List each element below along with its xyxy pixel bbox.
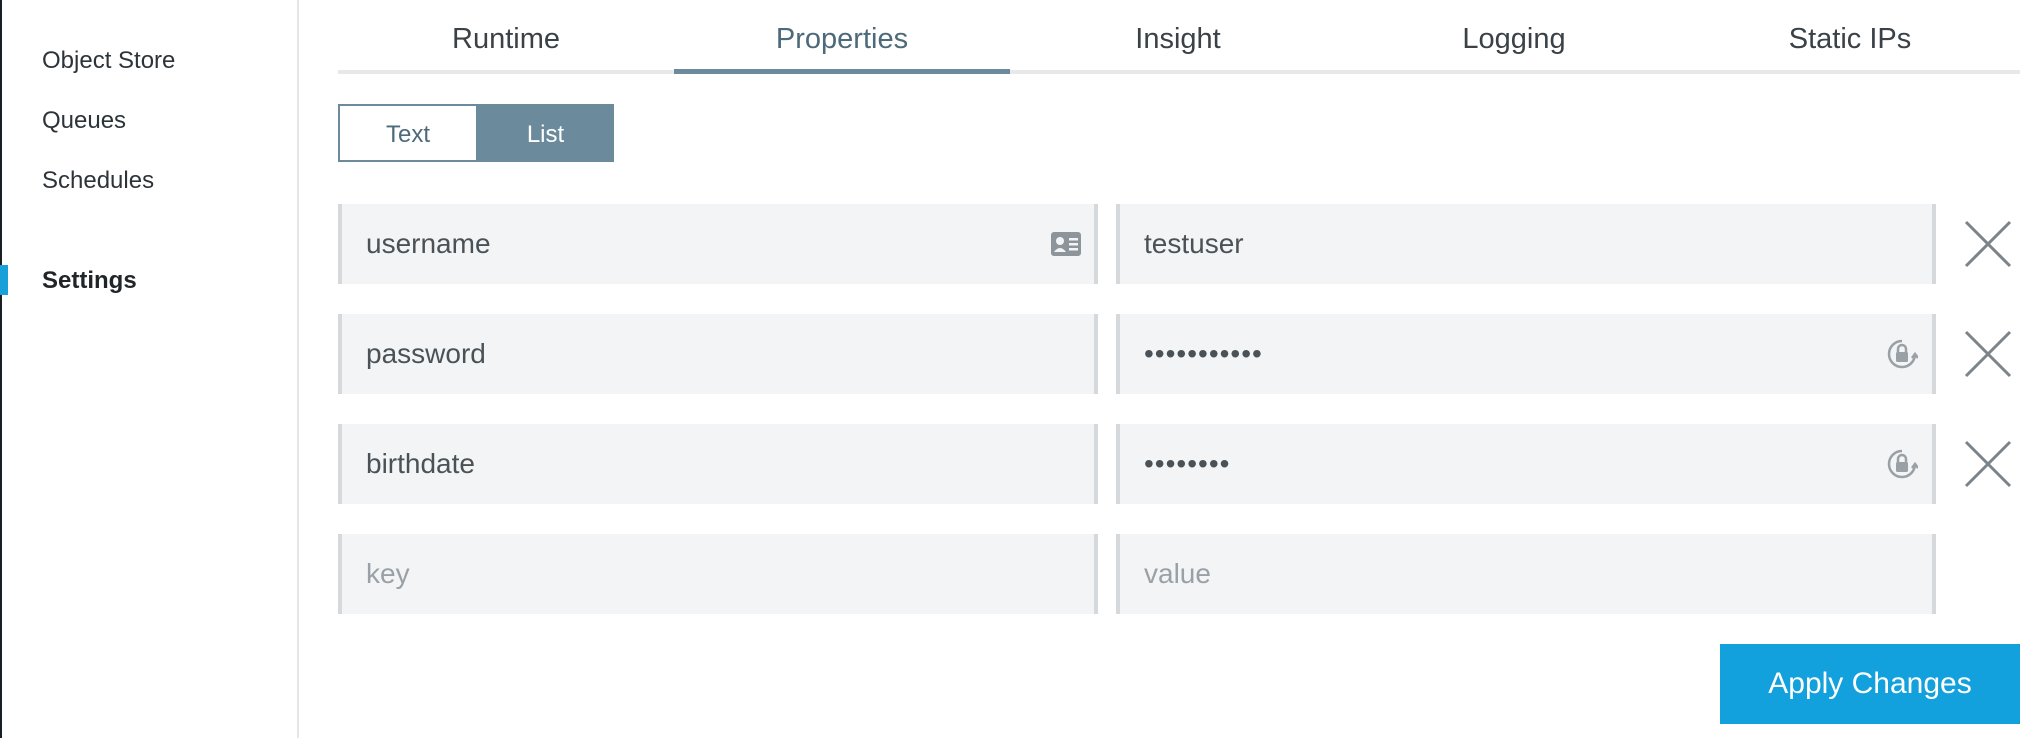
remove-property-icon[interactable] xyxy=(1962,438,2014,490)
property-row: birthdate •••••••• xyxy=(338,424,2020,504)
tab-label: Runtime xyxy=(452,23,560,55)
sidebar-item-queues[interactable]: Queues xyxy=(42,107,126,135)
property-row: password ••••••••••• xyxy=(338,314,2020,394)
tab-label: Properties xyxy=(775,23,909,55)
sidebar-item-object-store[interactable]: Object Store xyxy=(42,47,175,75)
secure-lock-icon[interactable] xyxy=(1886,338,1918,370)
property-key-text: birthdate xyxy=(366,448,475,479)
tab-label: Insight xyxy=(1135,23,1221,55)
text-mode-button[interactable]: Text xyxy=(338,104,478,162)
property-value-masked: •••••••• xyxy=(1144,448,1231,479)
property-key-field[interactable]: username xyxy=(338,204,1098,284)
new-value-input[interactable]: value xyxy=(1116,534,1936,614)
tab-logging[interactable]: Logging xyxy=(1346,0,1682,74)
property-value-masked: ••••••••••• xyxy=(1144,338,1263,369)
sidebar-active-marker xyxy=(0,265,8,295)
property-row: username testuser xyxy=(338,204,2020,284)
active-tab-indicator xyxy=(674,69,1010,74)
property-value-field[interactable]: •••••••• xyxy=(1116,424,1936,504)
tab-static-ips[interactable]: Static IPs xyxy=(1682,0,2018,74)
contact-card-icon[interactable] xyxy=(1050,228,1082,260)
apply-changes-button[interactable]: Apply Changes xyxy=(1720,644,2020,724)
property-value-text: testuser xyxy=(1144,228,1244,259)
new-key-input[interactable]: key xyxy=(338,534,1098,614)
property-value-field[interactable]: ••••••••••• xyxy=(1116,314,1936,394)
remove-property-icon[interactable] xyxy=(1962,218,2014,270)
view-mode-toggle: Text List xyxy=(338,104,614,162)
sidebar-item-schedules[interactable]: Schedules xyxy=(42,167,154,195)
remove-property-icon[interactable] xyxy=(1962,328,2014,380)
sidebar: Object Store Queues Schedules Settings xyxy=(0,0,299,738)
property-key-field[interactable]: password xyxy=(338,314,1098,394)
property-key-text: username xyxy=(366,228,491,259)
tab-properties[interactable]: Properties xyxy=(674,0,1010,74)
sidebar-item-settings[interactable]: Settings xyxy=(42,267,137,295)
tab-bar: Runtime Properties Insight Logging Stati… xyxy=(338,0,2020,74)
tab-insight[interactable]: Insight xyxy=(1010,0,1346,74)
tab-label: Static IPs xyxy=(1788,23,1912,55)
value-placeholder: value xyxy=(1144,558,1211,589)
property-value-field[interactable]: testuser xyxy=(1116,204,1936,284)
property-key-text: password xyxy=(366,338,486,369)
new-property-row: key value xyxy=(338,534,2020,614)
property-key-field[interactable]: birthdate xyxy=(338,424,1098,504)
list-mode-button[interactable]: List xyxy=(477,104,614,162)
tab-runtime[interactable]: Runtime xyxy=(338,0,674,74)
tab-label: Logging xyxy=(1462,23,1566,55)
secure-lock-icon[interactable] xyxy=(1886,448,1918,480)
key-placeholder: key xyxy=(366,558,410,589)
